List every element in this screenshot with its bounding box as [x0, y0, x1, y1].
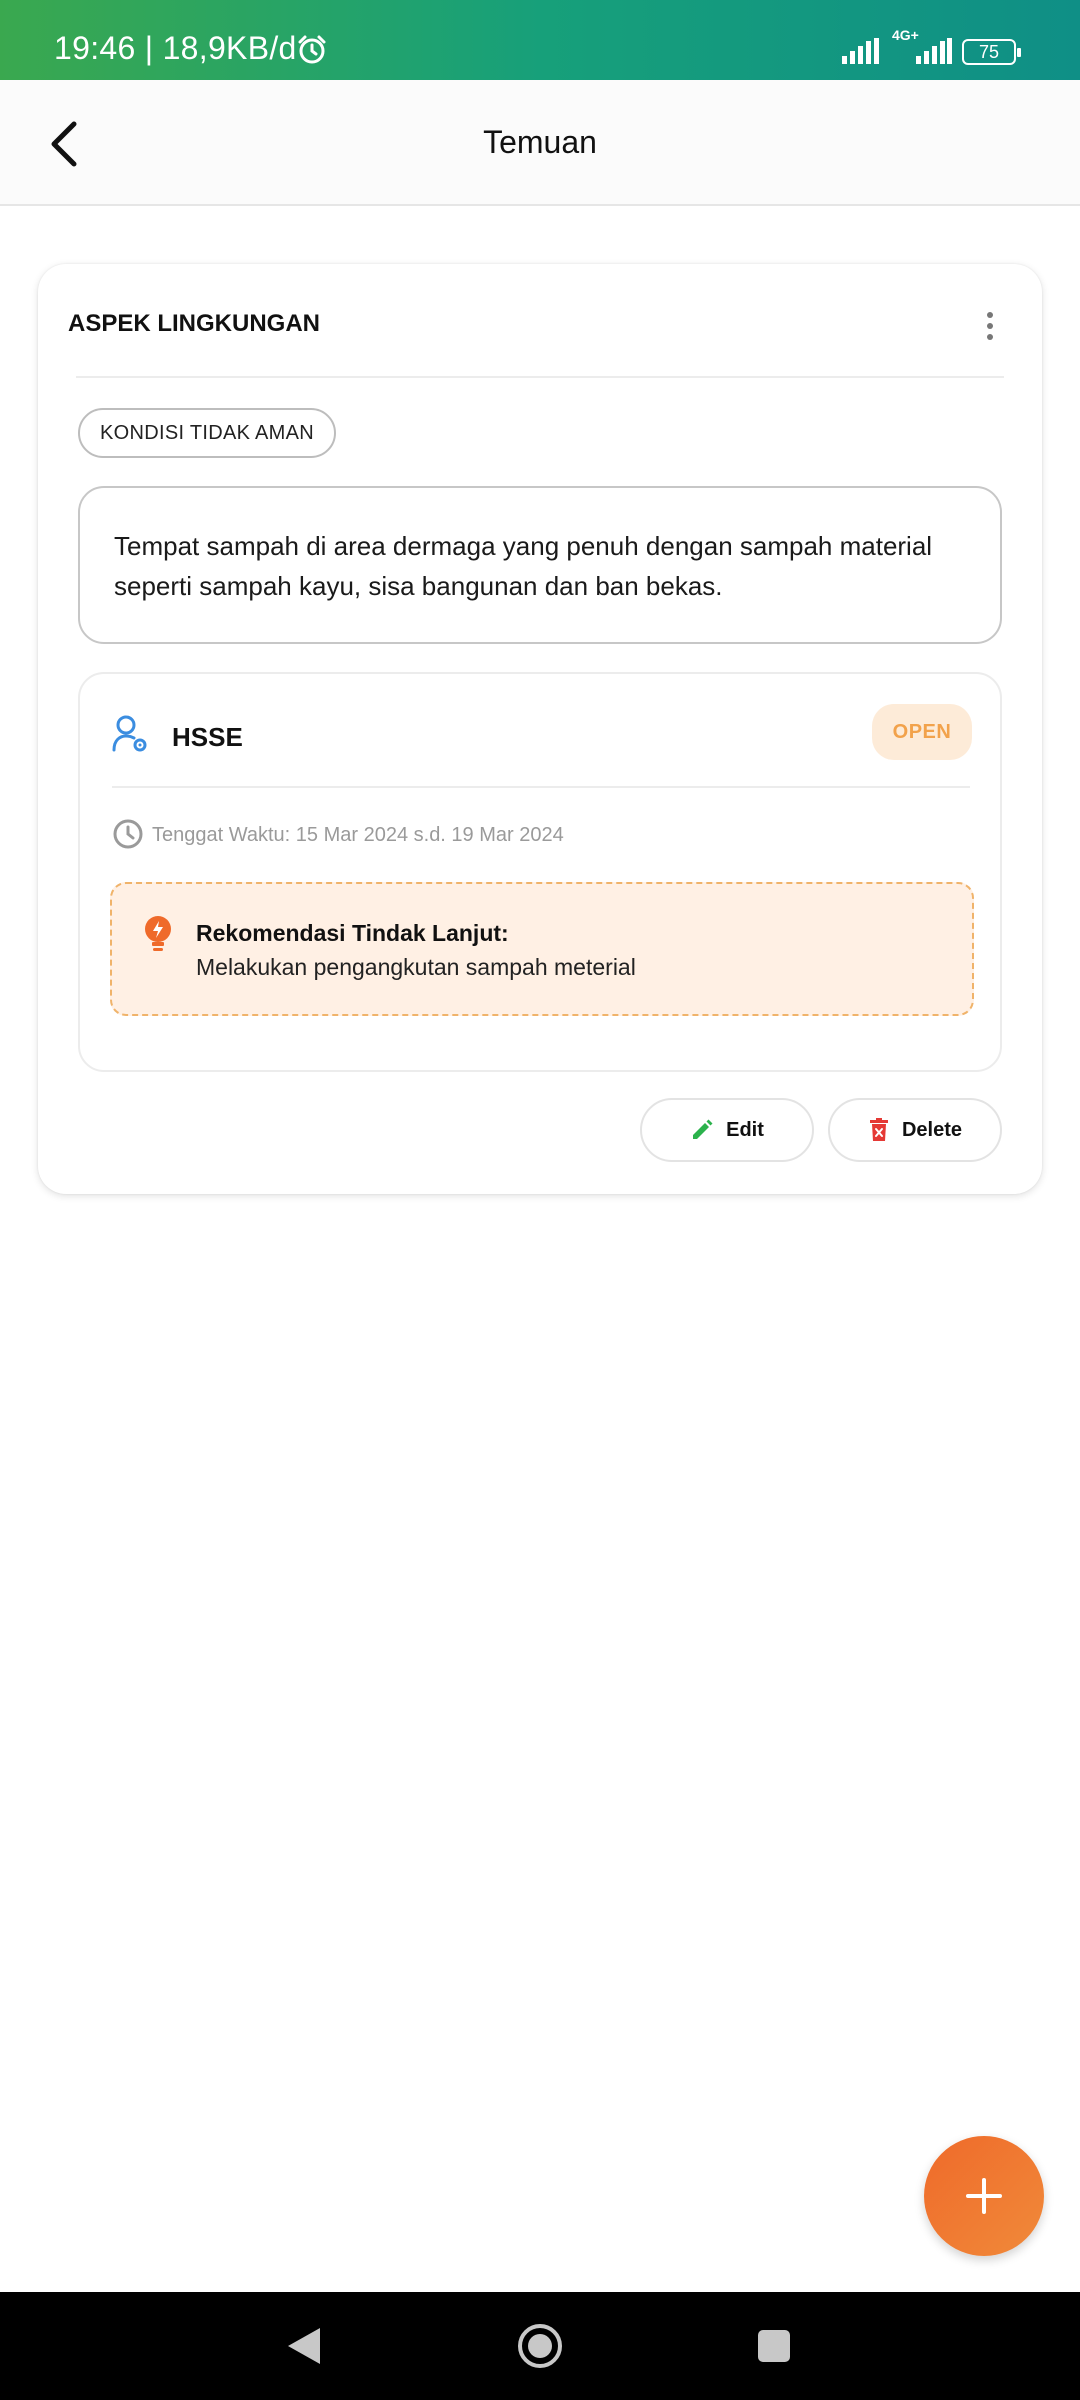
nav-home-button[interactable] — [516, 2322, 564, 2375]
divider — [112, 786, 970, 788]
square-recent-icon — [758, 2330, 790, 2362]
category-chip: KONDISI TIDAK AMAN — [78, 408, 336, 458]
signal-icon — [842, 38, 882, 69]
system-nav-bar — [0, 2292, 1080, 2400]
battery-icon: 75 — [962, 39, 1021, 65]
clock-icon — [112, 818, 144, 855]
aspect-title: ASPEK LINGKUNGAN — [68, 310, 321, 337]
page-title: Temuan — [483, 124, 597, 160]
signal-icon — [916, 38, 952, 69]
divider — [76, 376, 1004, 378]
recommendation-text: Melakukan pengangkutan sampah meterial — [196, 954, 636, 980]
delete-button[interactable]: Delete — [828, 1098, 1002, 1162]
finding-card: ASPEK LINGKUNGAN KONDISI TIDAK AMAN Temp… — [38, 264, 1042, 1194]
status-time: 19:46 | 18,9KB/d — [54, 30, 297, 66]
triangle-back-icon — [288, 2328, 320, 2364]
trash-icon — [869, 1118, 888, 1141]
app-bar: Temuan — [0, 80, 1080, 206]
network-type: 4G+ — [892, 27, 919, 43]
user-gear-icon — [112, 714, 148, 759]
alarm-icon — [296, 34, 328, 71]
add-finding-button[interactable] — [924, 2136, 1044, 2256]
edit-label: Edit — [726, 1118, 764, 1141]
status-bar: 19:46 | 18,9KB/d 4G+ 75 — [0, 0, 1080, 80]
more-options-button[interactable] — [978, 308, 1002, 344]
lightbulb-icon — [142, 914, 174, 959]
pencil-icon — [693, 1119, 713, 1139]
deadline-text: Tenggat Waktu: 15 Mar 2024 s.d. 19 Mar 2… — [152, 824, 564, 846]
nav-back-button[interactable] — [286, 2326, 322, 2371]
nav-recent-button[interactable] — [756, 2328, 792, 2369]
kebab-menu-icon — [987, 312, 993, 340]
circle-home-icon — [518, 2324, 562, 2368]
status-badge: OPEN — [872, 704, 972, 760]
department-name: HSSE — [172, 722, 243, 752]
recommendation-box: Rekomendasi Tindak Lanjut: Melakukan pen… — [110, 882, 974, 1016]
finding-description: Tempat sampah di area dermaga yang penuh… — [78, 486, 1002, 644]
plus-icon — [966, 2178, 1002, 2214]
delete-label: Delete — [901, 1118, 963, 1141]
edit-button[interactable]: Edit — [640, 1098, 814, 1162]
followup-panel: HSSE OPEN Tenggat Waktu: 15 Mar 2024 s.d… — [78, 672, 1002, 1072]
recommendation-title: Rekomendasi Tindak Lanjut: — [196, 920, 509, 946]
